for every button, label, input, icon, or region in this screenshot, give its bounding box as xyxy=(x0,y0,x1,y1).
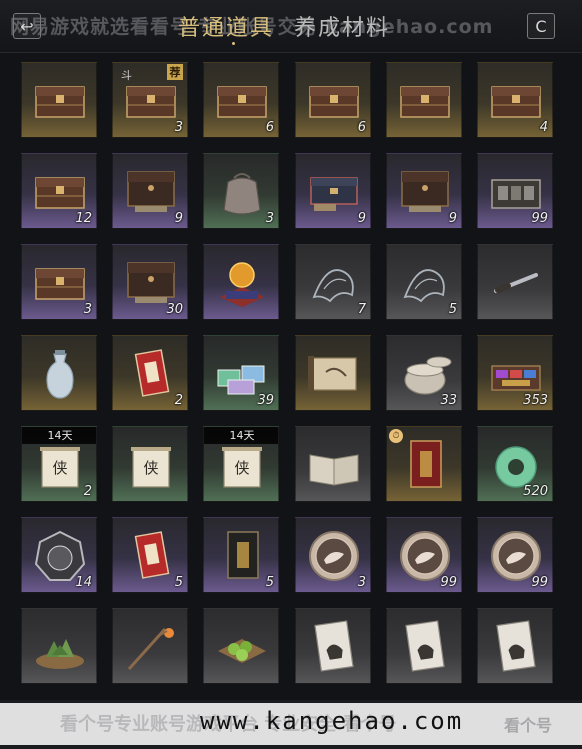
inventory-slot[interactable]: 侠 14天 xyxy=(203,426,279,502)
inventory-slot[interactable]: 3 xyxy=(203,153,279,229)
recommend-badge: 荐 xyxy=(167,64,183,80)
item-quantity: 33 xyxy=(440,393,457,408)
item-quantity: 6 xyxy=(357,120,366,135)
item-quantity: 5 xyxy=(265,575,274,590)
inventory-slot[interactable]: 99 xyxy=(477,517,553,593)
porcelain-vase-icon xyxy=(46,350,74,399)
inventory-slot[interactable]: 99 xyxy=(477,153,553,229)
item-quantity: 3 xyxy=(83,302,92,317)
inventory-slot[interactable] xyxy=(203,244,279,320)
inventory-grid: 斗荐 3 6 6 4 12 9 3 9 9 99 3 30 7 5 2 39 33 353 侠 14天 2 侠侠 14天 ⏱ 52… xyxy=(21,62,561,702)
inventory-slot[interactable] xyxy=(295,335,371,411)
inventory-slot[interactable]: 4 xyxy=(477,62,553,138)
hero-scroll-icon: 侠 xyxy=(131,447,171,488)
green-buns-icon xyxy=(218,639,266,663)
dagger-icon xyxy=(494,273,538,293)
item-quantity: 9 xyxy=(357,211,366,226)
inventory-slot[interactable] xyxy=(203,608,279,684)
item-quantity: 9 xyxy=(174,211,183,226)
item-quantity: 2 xyxy=(83,484,92,499)
inventory-slot[interactable] xyxy=(21,62,97,138)
inventory-slot[interactable]: 39 xyxy=(203,335,279,411)
inventory-slot[interactable]: 9 xyxy=(386,153,462,229)
inventory-slot[interactable] xyxy=(477,608,553,684)
inventory-slot[interactable] xyxy=(21,335,97,411)
item-quantity: 99 xyxy=(531,575,548,590)
scroll-map-icon xyxy=(308,356,357,392)
item-quantity: 99 xyxy=(440,575,457,590)
lantern-staff-icon xyxy=(127,627,174,671)
item-quantity: 30 xyxy=(166,302,183,317)
item-quantity: 14 xyxy=(75,575,92,590)
dog-card-icon xyxy=(314,620,354,672)
item-quantity: 3 xyxy=(357,575,366,590)
item-quantity: 99 xyxy=(531,211,548,226)
item-quantity: 7 xyxy=(357,302,366,317)
inventory-slot[interactable] xyxy=(386,62,462,138)
inventory-slot[interactable]: 侠 xyxy=(112,426,188,502)
clock-icon: ⏱ xyxy=(389,429,403,443)
inventory-slot[interactable] xyxy=(112,608,188,684)
inventory-slot[interactable]: 520 xyxy=(477,426,553,502)
inventory-slot[interactable]: ⏱ xyxy=(386,426,462,502)
inventory-slot[interactable]: 6 xyxy=(295,62,371,138)
inventory-slot[interactable]: 14 xyxy=(21,517,97,593)
watermark-url: www.kangehao.com xyxy=(200,707,464,735)
item-quantity: 353 xyxy=(523,393,548,408)
corner-mark: 斗 xyxy=(121,69,132,82)
item-quantity: 2 xyxy=(174,393,183,408)
inventory-slot[interactable]: 5 xyxy=(203,517,279,593)
inventory-slot[interactable]: 侠 14天 2 xyxy=(21,426,97,502)
dog-card-icon xyxy=(496,620,536,672)
tab-normal-items[interactable]: 普通道具 xyxy=(178,10,274,42)
svg-text:侠: 侠 xyxy=(234,459,249,477)
inventory-slot[interactable]: 斗 荐 3 xyxy=(112,62,188,138)
inventory-slot[interactable]: 99 xyxy=(386,517,462,593)
inventory-slot[interactable] xyxy=(477,244,553,320)
item-quantity: 5 xyxy=(448,302,457,317)
refresh-button[interactable]: C xyxy=(527,13,555,39)
expiry-timer: 14天 xyxy=(204,427,278,444)
item-quantity: 9 xyxy=(448,211,457,226)
inventory-slot[interactable]: 353 xyxy=(477,335,553,411)
item-quantity: 39 xyxy=(257,393,274,408)
wooden-chest-icon xyxy=(400,86,450,118)
inventory-slot[interactable]: 33 xyxy=(386,335,462,411)
item-quantity: 3 xyxy=(174,120,183,135)
inventory-slot[interactable]: 3 xyxy=(21,244,97,320)
expiry-timer: 14天 xyxy=(22,427,96,444)
item-quantity: 6 xyxy=(265,120,274,135)
tab-cultivation-materials[interactable]: 养成材料 xyxy=(294,10,390,42)
golden-orb-icon xyxy=(220,262,264,307)
inventory-slot[interactable]: 3 xyxy=(295,517,371,593)
inventory-slot[interactable] xyxy=(21,608,97,684)
inventory-slot[interactable] xyxy=(295,608,371,684)
svg-text:侠: 侠 xyxy=(52,459,67,477)
watermark-logo: 看个号 xyxy=(504,716,553,735)
inventory-slot[interactable]: 12 xyxy=(21,153,97,229)
inventory-slot[interactable]: 9 xyxy=(295,153,371,229)
item-quantity: 5 xyxy=(174,575,183,590)
inventory-slot[interactable]: 30 xyxy=(112,244,188,320)
back-button[interactable]: ↩ xyxy=(13,13,41,39)
inventory-slot[interactable]: 2 xyxy=(112,335,188,411)
item-quantity: 12 xyxy=(75,211,92,226)
inventory-slot[interactable]: 7 xyxy=(295,244,371,320)
open-book-icon xyxy=(309,454,359,486)
svg-text:侠: 侠 xyxy=(143,459,158,477)
inventory-slot[interactable]: 9 xyxy=(112,153,188,229)
item-quantity: 520 xyxy=(523,484,548,499)
item-quantity: 3 xyxy=(265,211,274,226)
dog-card-icon xyxy=(405,620,445,672)
inventory-slot[interactable]: 6 xyxy=(203,62,279,138)
active-tab-indicator xyxy=(232,42,235,45)
inventory-slot[interactable]: 5 xyxy=(386,244,462,320)
zongzi-basket-icon xyxy=(36,639,84,669)
inventory-slot[interactable] xyxy=(295,426,371,502)
item-quantity: 4 xyxy=(539,120,548,135)
inventory-slot[interactable]: 5 xyxy=(112,517,188,593)
inventory-slot[interactable] xyxy=(386,608,462,684)
wooden-chest-icon xyxy=(35,86,85,118)
